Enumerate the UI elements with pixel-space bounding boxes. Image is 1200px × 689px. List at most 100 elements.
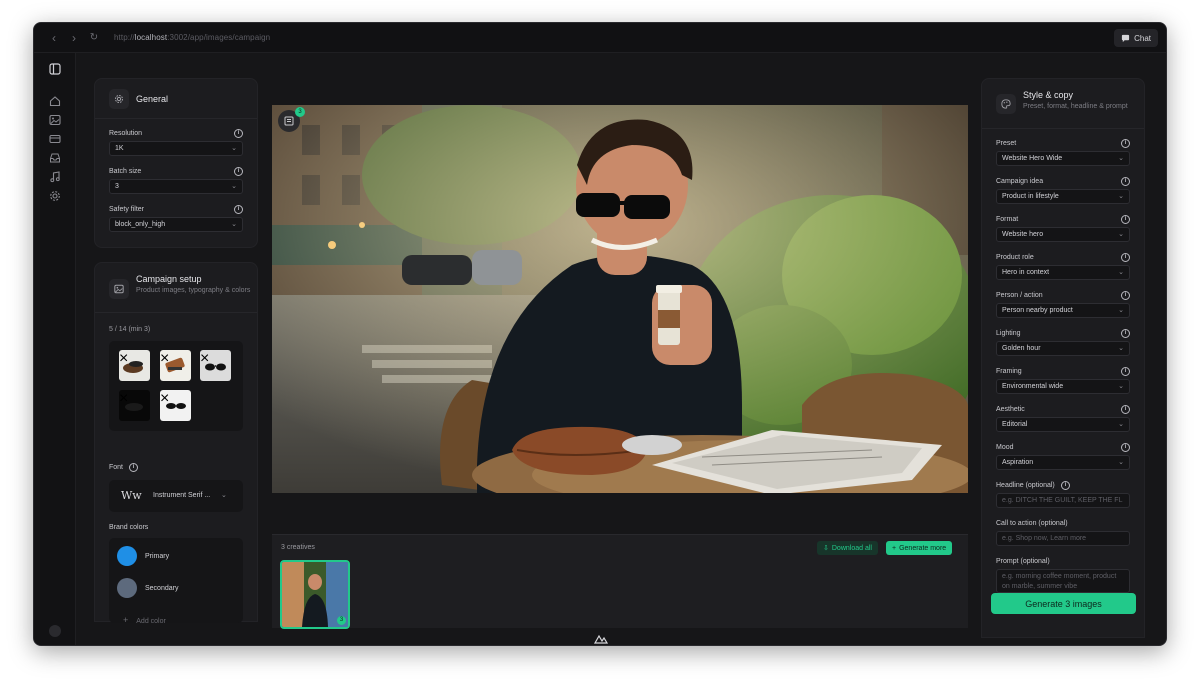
style-field-select[interactable]: Person nearby product ⌄ (996, 303, 1130, 318)
primary-color-swatch[interactable] (117, 546, 137, 566)
chevron-down-icon: ⌄ (231, 145, 237, 152)
style-field-value: Aspiration (1002, 459, 1034, 466)
chevron-down-icon: ⌄ (1118, 231, 1124, 238)
safety-filter-label: Safety filter (109, 206, 145, 213)
creatives-count: 3 creatives (281, 544, 315, 551)
app-window: ‹ › ↻ http://localhost:3002/app/images/c… (33, 22, 1167, 646)
remove-icon[interactable]: × (119, 390, 150, 421)
style-field-value: Website hero (1002, 231, 1044, 238)
add-color-button[interactable]: + Add color (117, 615, 166, 625)
secondary-color-label: Secondary (145, 585, 179, 592)
inbox-icon[interactable] (49, 152, 61, 164)
primary-color-label: Primary (145, 553, 170, 560)
remove-icon[interactable]: × (119, 350, 150, 381)
chevron-down-icon: ⌄ (231, 221, 237, 228)
info-icon[interactable]: i (1121, 215, 1130, 224)
sidebar-toggle-icon[interactable] (49, 63, 61, 75)
batch-size-select[interactable]: 3 ⌄ (109, 179, 243, 194)
sidebar-rail (34, 53, 76, 645)
chevron-down-icon: ⌄ (1118, 459, 1124, 466)
card-icon[interactable] (49, 133, 61, 145)
font-value: Instrument Serif ... (153, 492, 211, 499)
style-field-select[interactable]: Hero in context ⌄ (996, 265, 1130, 280)
back-icon[interactable]: ‹ (44, 31, 64, 45)
style-field-value: Editorial (1002, 421, 1028, 428)
info-icon[interactable]: i (1121, 329, 1130, 338)
thumb-count-badge: 3 (337, 616, 346, 625)
queue-count-badge: 3 (295, 107, 305, 117)
resolution-label: Resolution (109, 130, 143, 137)
campaign-setup-subtitle: Product images, typography & colors (136, 287, 251, 294)
remove-icon[interactable]: × (200, 350, 231, 381)
style-field-label: Person / action (996, 292, 1043, 299)
info-icon[interactable]: i (1121, 253, 1130, 262)
info-icon[interactable]: i (1121, 443, 1130, 452)
user-avatar[interactable] (49, 625, 61, 637)
style-field-select[interactable]: Editorial ⌄ (996, 417, 1130, 432)
info-icon[interactable]: i (1121, 291, 1130, 300)
font-preview: Ww (121, 489, 142, 502)
info-icon[interactable]: i (129, 463, 138, 472)
style-field-label: Format (996, 216, 1019, 223)
style-field-value: Environmental wide (1002, 383, 1064, 390)
music-icon[interactable] (49, 171, 61, 183)
campaign-setup-card: Campaign setup Product images, typograph… (94, 262, 258, 625)
reload-icon[interactable]: ↻ (84, 32, 104, 43)
info-icon[interactable]: i (1121, 367, 1130, 376)
download-all-button[interactable]: ⇩ Download all (817, 541, 878, 555)
secondary-color-swatch[interactable] (117, 578, 137, 598)
creative-thumbnail[interactable]: 3 (280, 560, 350, 629)
queue-button[interactable]: 3 (278, 107, 305, 132)
chevron-down-icon: ⌄ (1118, 155, 1124, 162)
generate-more-button[interactable]: + Generate more (886, 541, 953, 555)
resolution-select[interactable]: 1K ⌄ (109, 141, 243, 156)
gear-icon (109, 89, 129, 109)
settings-gear-icon[interactable] (49, 190, 61, 202)
prompt-textarea[interactable]: e.g. morning coffee moment, product on m… (996, 569, 1130, 593)
style-field-select[interactable]: Golden hour ⌄ (996, 341, 1130, 356)
headline-label: Headline (optional) (996, 482, 1055, 489)
chevron-down-icon: ⌄ (1118, 193, 1124, 200)
general-title: General (136, 94, 169, 104)
address-bar[interactable]: http://localhost:3002/app/images/campaig… (114, 33, 270, 42)
font-select[interactable]: Ww Instrument Serif ... ⌄ (109, 480, 243, 512)
brand-colors-list: Primary Secondary + Add color (109, 538, 243, 625)
style-field-select[interactable]: Aspiration ⌄ (996, 455, 1130, 470)
style-field-label: Product role (996, 254, 1034, 261)
info-icon[interactable]: i (1121, 177, 1130, 186)
info-icon[interactable]: i (234, 205, 243, 214)
cta-input[interactable]: e.g. Shop now, Learn more (996, 531, 1130, 546)
browser-toolbar: ‹ › ↻ http://localhost:3002/app/images/c… (34, 23, 1166, 53)
style-field-select[interactable]: Product in lifestyle ⌄ (996, 189, 1130, 204)
product-count: 5 / 14 (min 3) (109, 326, 151, 333)
image-icon[interactable] (49, 114, 61, 126)
image-icon (109, 279, 129, 299)
style-field-select[interactable]: Website hero ⌄ (996, 227, 1130, 242)
generated-image-preview[interactable]: 3 (272, 105, 968, 493)
chat-button[interactable]: Chat (1114, 29, 1158, 47)
style-field-select[interactable]: Website Hero Wide ⌄ (996, 151, 1130, 166)
style-field-label: Lighting (996, 330, 1021, 337)
headline-input[interactable]: e.g. DITCH THE GUILT, KEEP THE FL (996, 493, 1130, 508)
forward-icon[interactable]: › (64, 31, 84, 45)
prompt-label: Prompt (optional) (996, 558, 1050, 565)
safety-filter-select[interactable]: block_only_high ⌄ (109, 217, 243, 232)
home-icon[interactable] (49, 95, 61, 107)
style-field-select[interactable]: Environmental wide ⌄ (996, 379, 1130, 394)
info-icon[interactable]: i (234, 167, 243, 176)
palette-icon (996, 94, 1016, 114)
style-field-value: Product in lifestyle (1002, 193, 1059, 200)
cafe-photo (272, 105, 968, 493)
style-copy-title: Style & copy (1023, 90, 1074, 100)
chevron-down-icon: ⌄ (1118, 383, 1124, 390)
info-icon[interactable]: i (1121, 405, 1130, 414)
remove-icon[interactable]: × (160, 390, 191, 421)
remove-icon[interactable]: × (160, 350, 191, 381)
divider (982, 128, 1144, 129)
info-icon[interactable]: i (1061, 481, 1070, 490)
divider (95, 118, 257, 119)
info-icon[interactable]: i (1121, 139, 1130, 148)
plus-icon: + (892, 544, 897, 552)
generate-images-button[interactable]: Generate 3 images (991, 593, 1136, 614)
info-icon[interactable]: i (234, 129, 243, 138)
